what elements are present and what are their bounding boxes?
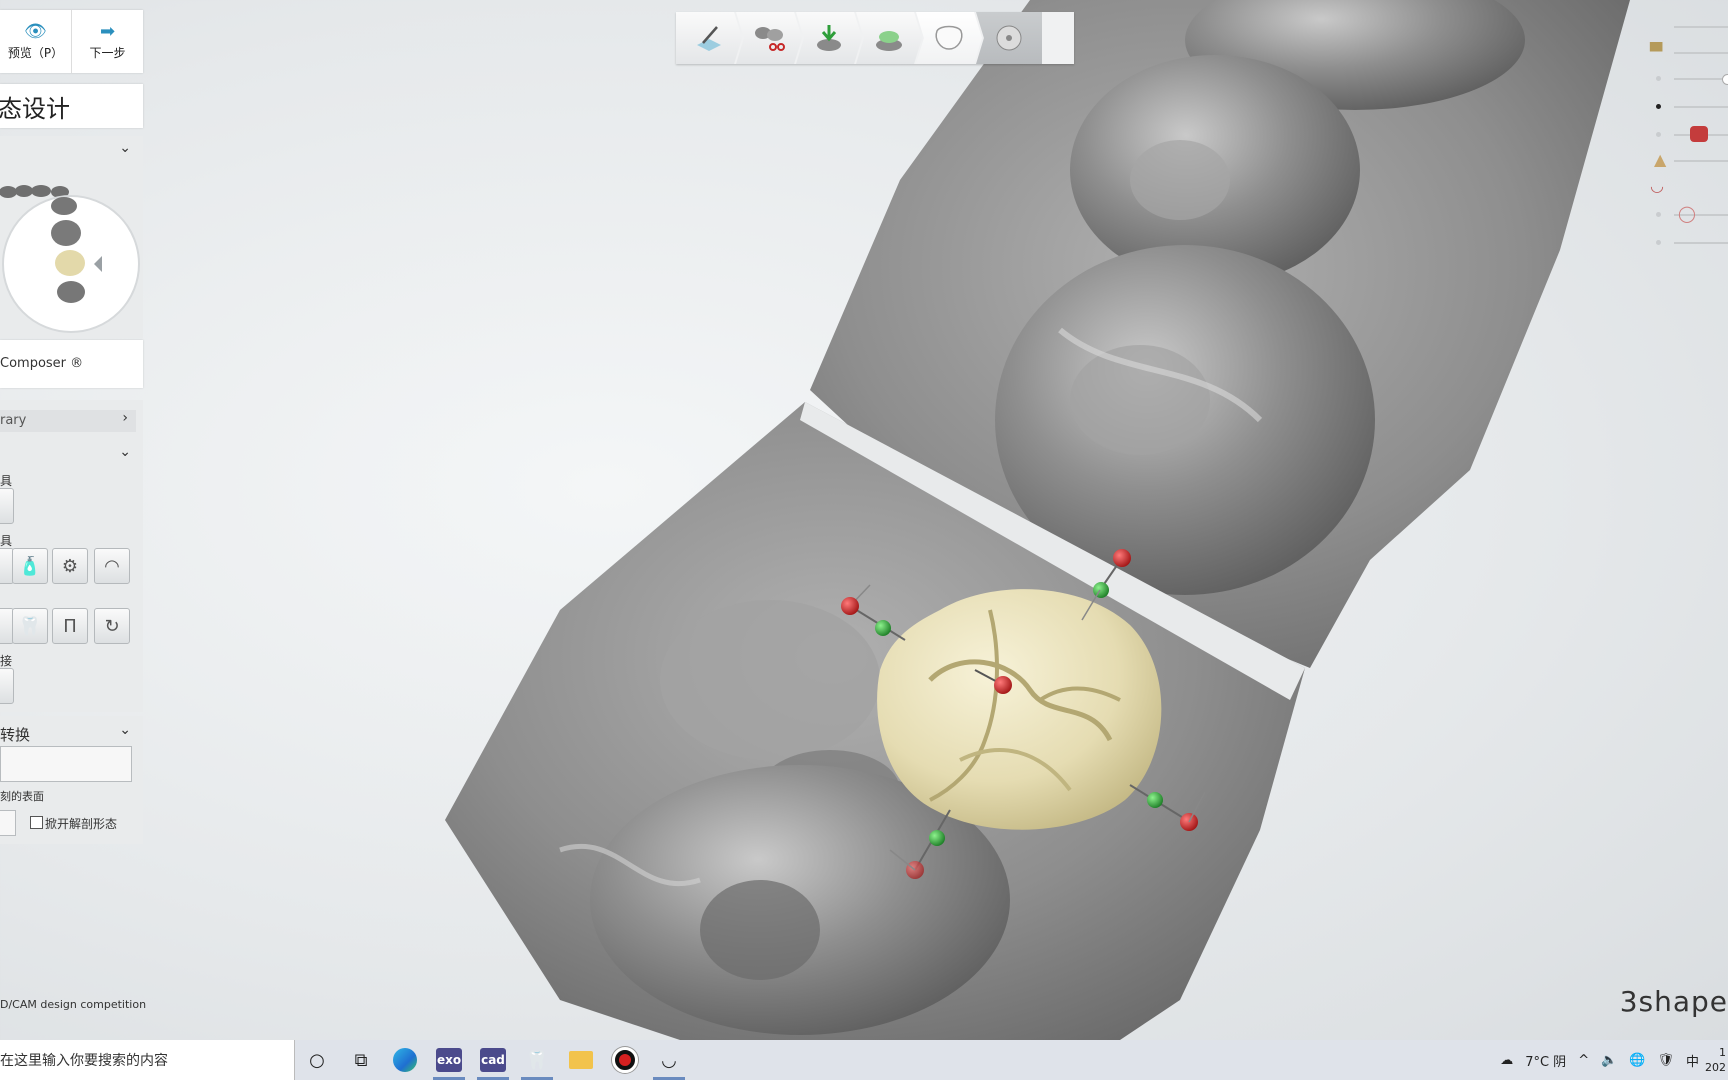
- morph-tool-icon[interactable]: 🦷: [12, 608, 48, 644]
- chevron-down-icon[interactable]: ⌄: [119, 722, 131, 738]
- edge-icon[interactable]: [383, 1040, 427, 1080]
- preview-button[interactable]: 👁 预览（P）: [0, 10, 71, 73]
- slider-8[interactable]: ◯: [1648, 204, 1728, 224]
- library-row[interactable]: rary ›: [0, 410, 136, 432]
- slider-4[interactable]: [1648, 96, 1728, 116]
- tool-button[interactable]: [0, 488, 14, 524]
- cad-app[interactable]: cad: [471, 1040, 515, 1080]
- record-icon[interactable]: [603, 1040, 647, 1080]
- tools-panel: rary › ⌄ 具 具 🧴 ⚙ ◠ 🦷 Π ↻ 接: [0, 400, 143, 712]
- scissors-icon: [755, 27, 785, 51]
- slider-3[interactable]: [1648, 68, 1728, 88]
- taskbar-search[interactable]: 在这里输入你要搜索的内容: [0, 1040, 295, 1080]
- transform-input[interactable]: [0, 746, 132, 782]
- 3shape-app-icon[interactable]: ◡: [647, 1040, 691, 1080]
- clock[interactable]: 1 202: [1705, 1045, 1726, 1075]
- step-crown-base[interactable]: [856, 12, 922, 64]
- slider-1[interactable]: [1648, 16, 1728, 36]
- step-export[interactable]: [976, 12, 1042, 64]
- slider-7[interactable]: ◡: [1648, 176, 1728, 196]
- task-view-icon[interactable]: ⧉: [339, 1040, 383, 1080]
- nav-buttons: 👁 预览（P） ➡ 下一步: [0, 10, 143, 73]
- taskbar: 在这里输入你要搜索的内容 ○ ⧉ exo cad 🦷 ◡ ☁ 7°C 阴 ^ 🔈…: [0, 1040, 1728, 1080]
- weather-icon: ☁: [1500, 1052, 1514, 1068]
- connector-tool-icon[interactable]: Π: [52, 608, 88, 644]
- weather-text[interactable]: 7°C 阴: [1525, 1051, 1566, 1070]
- crown-base-icon: [876, 31, 902, 51]
- tooth-icon: ◯: [1678, 204, 1696, 223]
- dropdown[interactable]: [0, 810, 16, 836]
- step-model[interactable]: [796, 12, 862, 64]
- model-download-icon: [817, 25, 841, 51]
- tooth-selector-wheel[interactable]: [0, 136, 143, 338]
- implant-icon: ▲: [1654, 150, 1667, 169]
- system-tray: ☁ 7°C 阴 ^ 🔈 🌐 🛡 中 1 202: [1494, 1040, 1728, 1080]
- shield-icon[interactable]: 🛡: [1657, 1053, 1674, 1068]
- brand-logo: 3shape: [1619, 985, 1728, 1018]
- dental-app-icon[interactable]: 🦷: [515, 1040, 559, 1080]
- tooth-icon: [935, 25, 963, 50]
- eye-icon: 👁: [24, 21, 47, 42]
- step-marking[interactable]: [676, 12, 742, 64]
- next-button[interactable]: ➡ 下一步: [71, 10, 143, 73]
- workflow-toolbar: [676, 12, 1074, 64]
- slider-2[interactable]: ▀: [1648, 42, 1728, 62]
- disc-icon: [996, 25, 1022, 51]
- anatomy-checkbox[interactable]: [30, 816, 43, 829]
- 3d-viewport[interactable]: [0, 0, 1728, 1040]
- crown-model[interactable]: [877, 589, 1162, 830]
- network-icon[interactable]: 🌐: [1629, 1053, 1645, 1068]
- arrow-right-icon: ➡: [99, 21, 116, 42]
- teeth-icon: ◡: [1650, 176, 1664, 195]
- cortana-icon[interactable]: ○: [295, 1040, 339, 1080]
- chevron-right-icon: ›: [122, 410, 128, 426]
- slider-6[interactable]: ▲: [1648, 150, 1728, 170]
- slider-9[interactable]: [1648, 232, 1728, 252]
- tool-button[interactable]: [0, 668, 14, 704]
- exocad-app[interactable]: exo: [427, 1040, 471, 1080]
- spray-tool-icon[interactable]: 🧴: [12, 548, 48, 584]
- slider-5[interactable]: [1648, 124, 1728, 144]
- step-design[interactable]: [916, 12, 982, 64]
- marking-icon: [697, 26, 721, 51]
- chevron-down-icon[interactable]: ⌄: [119, 444, 131, 460]
- ime-indicator[interactable]: 中: [1686, 1051, 1699, 1070]
- transform-panel: 转换 ⌄ 刻的表面 掀开解剖形态: [0, 716, 143, 844]
- composer-panel[interactable]: Composer ®: [0, 340, 143, 388]
- gum-icon: [1690, 126, 1708, 142]
- smooth-tool-icon[interactable]: ◠: [94, 548, 130, 584]
- crown-icon: ▀: [1650, 42, 1663, 61]
- file-explorer-icon[interactable]: [559, 1040, 603, 1080]
- abutment-tool-icon[interactable]: ⚙: [52, 548, 88, 584]
- contest-text: D/CAM design competition: [0, 998, 147, 1011]
- page-title: 态设计: [0, 84, 143, 128]
- speaker-icon[interactable]: 🔈: [1601, 1053, 1617, 1068]
- chevron-up-icon[interactable]: ^: [1578, 1053, 1589, 1068]
- tooth-selector-panel: ⌄: [0, 136, 143, 338]
- rotate-tool-icon[interactable]: ↻: [94, 608, 130, 644]
- step-trim[interactable]: [736, 12, 802, 64]
